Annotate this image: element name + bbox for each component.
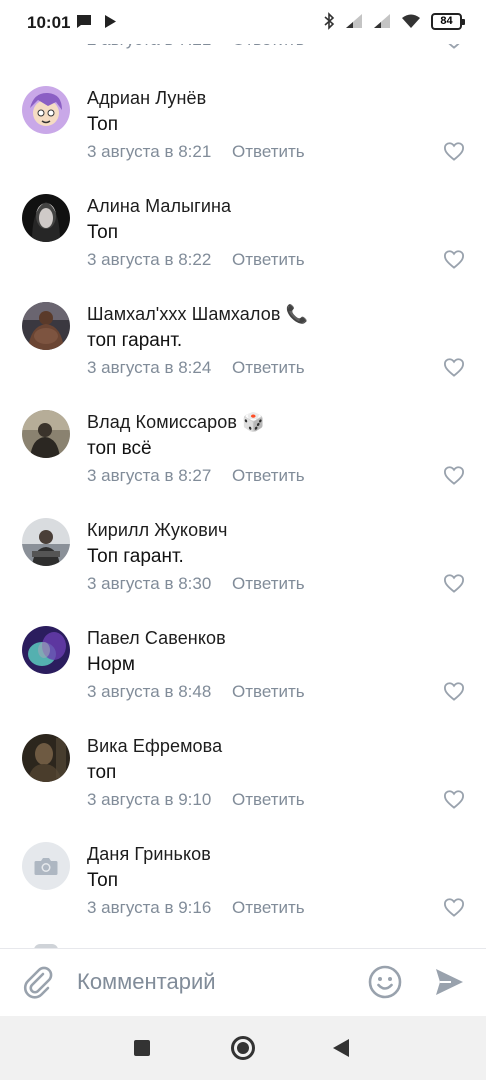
- comments-feed[interactable]: 2 августа в 7:21 Ответить Адриан Лунёв Т…: [0, 0, 486, 948]
- comment-item: Вика Ефремова топ 3 августа в 9:10 Ответ…: [0, 734, 486, 842]
- like-heart-icon[interactable]: [443, 141, 465, 161]
- smile-icon[interactable]: [368, 965, 402, 999]
- play-icon: [105, 15, 116, 28]
- message-icon: [77, 15, 91, 28]
- reply-button[interactable]: Ответить: [232, 466, 305, 486]
- comment-input[interactable]: [77, 966, 347, 998]
- like-heart-icon[interactable]: [443, 357, 465, 377]
- wifi-icon: [402, 14, 420, 28]
- status-time: 10:01: [27, 13, 71, 32]
- dice-emoji-icon: 🎲: [242, 412, 265, 432]
- comment-item: Влад Комиссаров 🎲 топ всё 3 августа в 8:…: [0, 410, 486, 518]
- avatar[interactable]: [22, 86, 70, 134]
- avatar[interactable]: [22, 842, 70, 890]
- signal-icon: [346, 14, 362, 28]
- signal-icon: [374, 14, 390, 28]
- reply-button[interactable]: Ответить: [232, 682, 305, 702]
- comment-item: Кирилл Жукович Топ гарант. 3 августа в 8…: [0, 518, 486, 626]
- comment-item: Шамхал'xxx Шамхалов 📞 топ гарант. 3 авгу…: [0, 302, 486, 410]
- avatar[interactable]: [22, 734, 70, 782]
- comment-item: Даня Гриньков Топ 3 августа в 9:16 Ответ…: [0, 842, 486, 948]
- avatar[interactable]: [22, 302, 70, 350]
- author-name[interactable]: Павел Савенков: [87, 628, 226, 649]
- phone-emoji-icon: 📞: [285, 304, 309, 324]
- back-button[interactable]: [333, 1039, 349, 1057]
- comment-text: топ гарант.: [87, 330, 183, 351]
- comment-text: Топ: [87, 222, 118, 243]
- comment-item: Адриан Лунёв Топ 3 августа в 8:21 Ответи…: [0, 86, 486, 194]
- author-name[interactable]: Даня Гриньков: [87, 844, 211, 865]
- author-name[interactable]: Шамхал'xxx Шамхалов 📞: [87, 304, 308, 325]
- reply-button[interactable]: Ответить: [232, 790, 305, 810]
- comment-date: 3 августа в 8:22: [87, 250, 212, 269]
- comment-date: 3 августа в 9:10: [87, 790, 212, 809]
- comment-text: Топ: [87, 114, 118, 135]
- send-icon[interactable]: [433, 966, 465, 998]
- comment-text: топ всё: [87, 438, 152, 459]
- reply-button[interactable]: Ответить: [232, 250, 305, 270]
- battery-icon: 84: [431, 12, 465, 30]
- author-name[interactable]: Адриан Лунёв: [87, 88, 206, 109]
- comment-date: 3 августа в 9:16: [87, 898, 212, 917]
- camera-placeholder-icon: [22, 842, 70, 890]
- reply-button[interactable]: Ответить: [232, 142, 305, 162]
- recents-button[interactable]: [134, 1040, 150, 1056]
- author-name[interactable]: Алина Малыгина: [87, 196, 231, 217]
- comment-item: Павел Савенков Норм 3 августа в 8:48 Отв…: [0, 626, 486, 734]
- comment-text: Норм: [87, 654, 135, 675]
- comment-input-bar: [0, 949, 486, 1016]
- avatar[interactable]: [22, 626, 70, 674]
- home-button[interactable]: [231, 1036, 255, 1060]
- author-name[interactable]: Вика Ефремова: [87, 736, 222, 757]
- reply-button[interactable]: Ответить: [232, 898, 305, 918]
- like-heart-icon[interactable]: [443, 789, 465, 809]
- system-nav-bar: [0, 1016, 486, 1080]
- comment-item: Алина Малыгина Топ 3 августа в 8:22 Отве…: [0, 194, 486, 302]
- comment-text: Топ гарант.: [87, 546, 184, 567]
- like-heart-icon[interactable]: [443, 573, 465, 593]
- like-heart-icon[interactable]: [443, 897, 465, 917]
- paperclip-icon[interactable]: [22, 965, 54, 999]
- comment-date: 3 августа в 8:27: [87, 466, 212, 485]
- author-name[interactable]: Кирилл Жукович: [87, 520, 228, 541]
- like-heart-icon[interactable]: [443, 681, 465, 701]
- avatar[interactable]: [22, 518, 70, 566]
- avatar[interactable]: [22, 194, 70, 242]
- bluetooth-icon: [324, 12, 335, 30]
- status-bar: 10:01 84: [0, 0, 486, 44]
- avatar[interactable]: [22, 410, 70, 458]
- comment-text: топ: [87, 762, 117, 783]
- comment-date: 3 августа в 8:48: [87, 682, 212, 701]
- author-name[interactable]: Влад Комиссаров 🎲: [87, 412, 265, 433]
- like-heart-icon[interactable]: [443, 465, 465, 485]
- reply-button[interactable]: Ответить: [232, 574, 305, 594]
- comment-text: Топ: [87, 870, 118, 891]
- comment-date: 3 августа в 8:24: [87, 358, 212, 377]
- reply-button[interactable]: Ответить: [232, 358, 305, 378]
- like-heart-icon[interactable]: [443, 249, 465, 269]
- comment-date: 3 августа в 8:30: [87, 574, 212, 593]
- comment-date: 3 августа в 8:21: [87, 142, 212, 161]
- battery-level: 84: [440, 15, 453, 27]
